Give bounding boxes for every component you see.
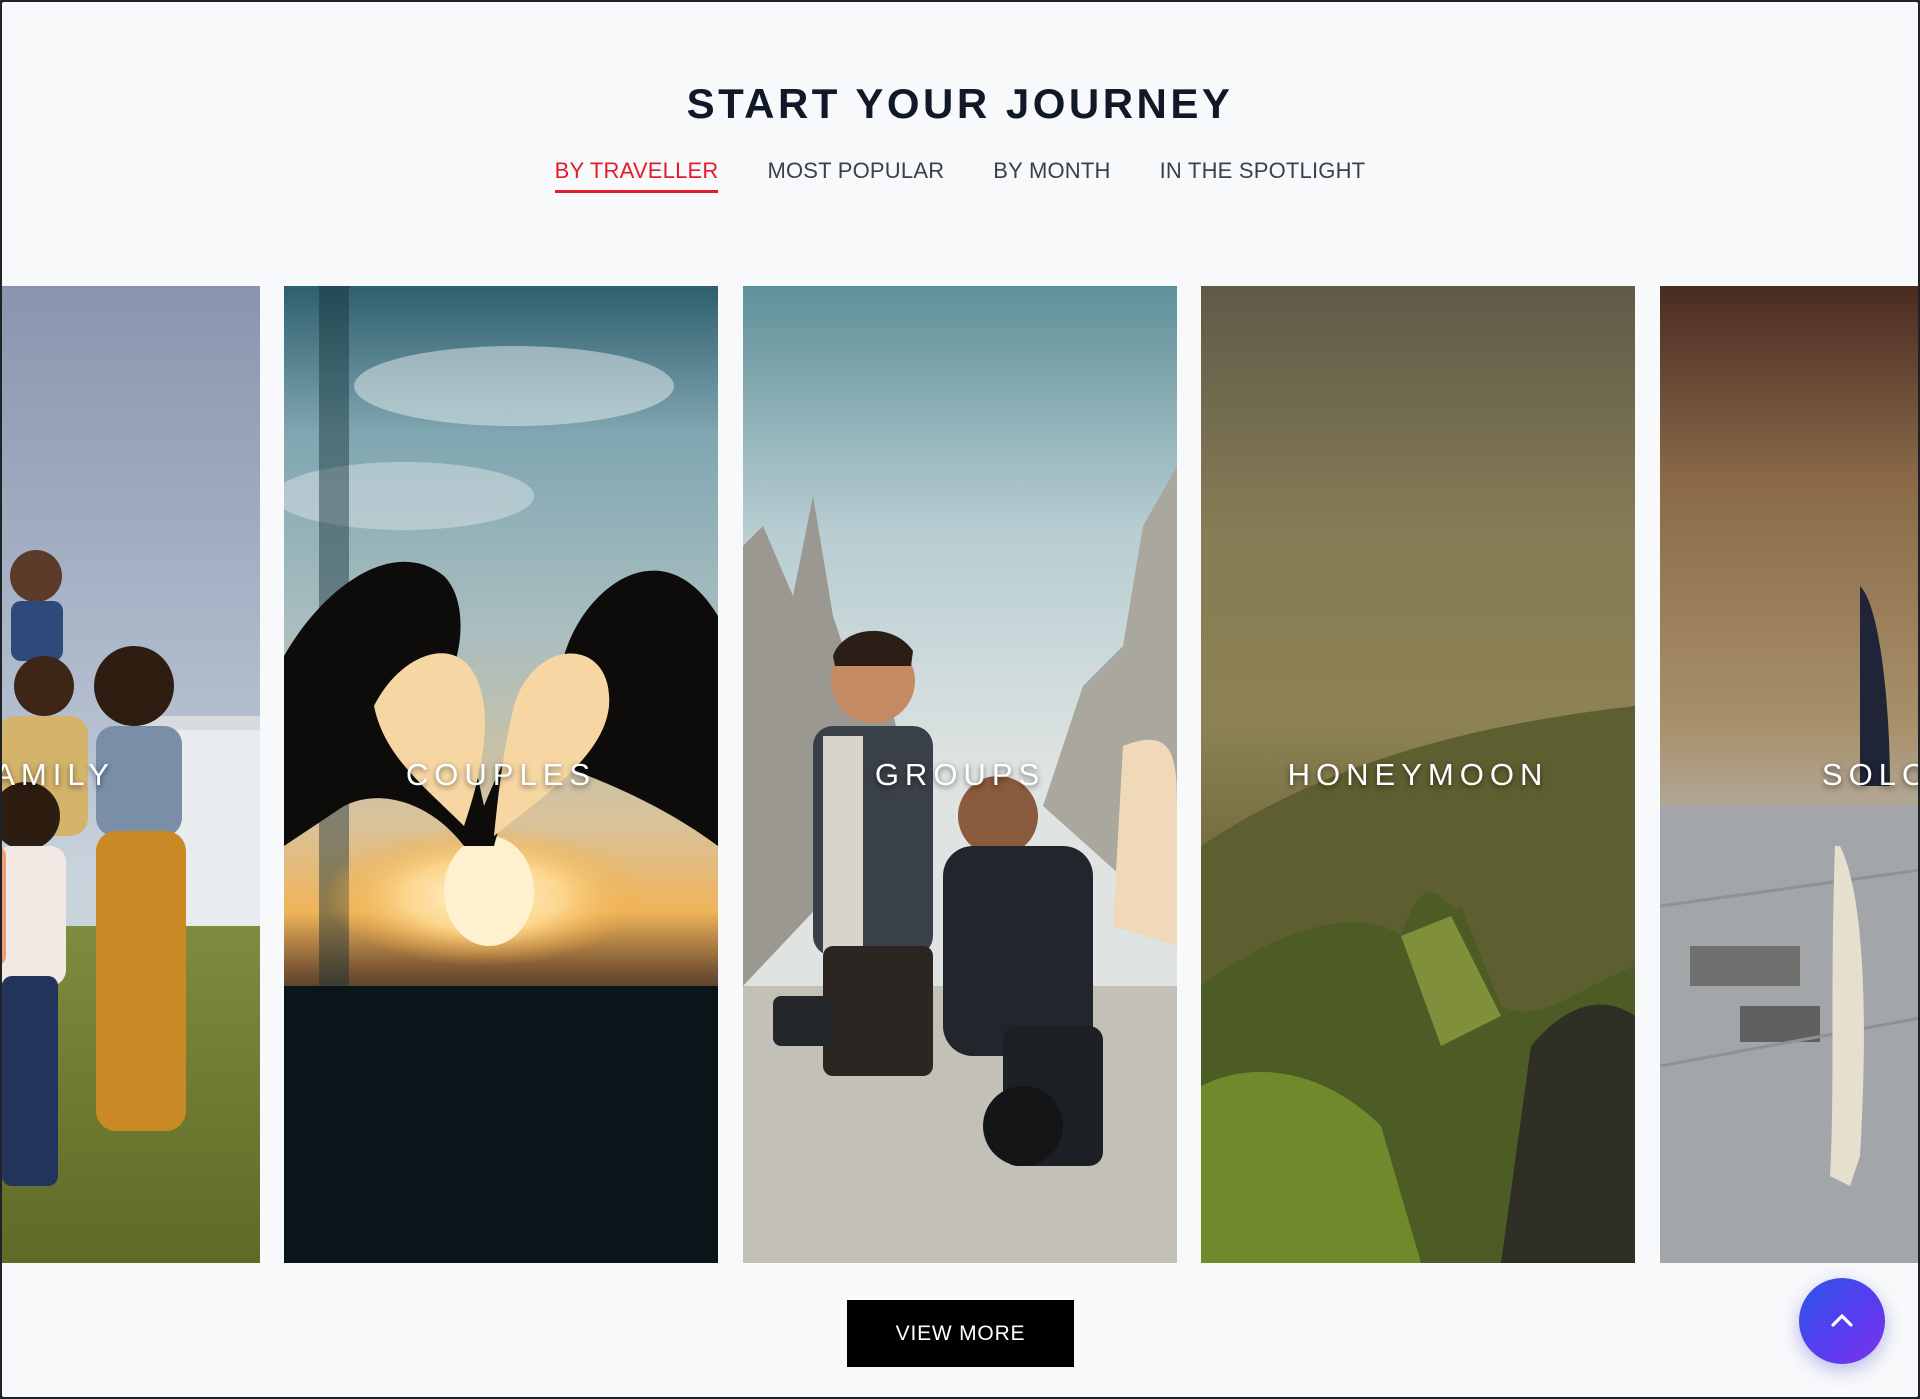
card-label-solo: SOLO — [1821, 756, 1918, 792]
section-title: START YOUR JOURNEY — [686, 80, 1234, 127]
card-couples[interactable]: COUPLES — [284, 286, 718, 1263]
card-groups[interactable]: GROUPS — [743, 286, 1177, 1263]
chevron-up-icon — [1831, 1314, 1853, 1327]
card-label-honeymoon: HONEYMOON — [1287, 756, 1549, 792]
tab-by-month[interactable]: BY MONTH — [993, 158, 1110, 193]
tab-in-the-spotlight[interactable]: IN THE SPOTLIGHT — [1160, 158, 1366, 193]
card-family[interactable]: FAMILY — [0, 286, 260, 1263]
scroll-to-top-button[interactable] — [1799, 1278, 1885, 1364]
page-frame: START YOUR JOURNEY BY TRAVELLER MOST POP… — [0, 0, 1920, 1399]
card-honeymoon[interactable]: HONEYMOON — [1201, 286, 1635, 1263]
card-solo[interactable]: SOLO — [1660, 286, 1918, 1263]
tab-by-traveller[interactable]: BY TRAVELLER — [554, 158, 719, 193]
view-more-button[interactable]: VIEW MORE — [847, 1300, 1074, 1367]
card-label-family: FAMILY — [0, 756, 115, 792]
tab-most-popular[interactable]: MOST POPULAR — [767, 158, 944, 193]
category-tabs: BY TRAVELLER MOST POPULAR BY MONTH IN TH… — [2, 158, 1918, 193]
card-label-groups: GROUPS — [874, 756, 1046, 792]
card-label-couples: COUPLES — [405, 756, 597, 792]
